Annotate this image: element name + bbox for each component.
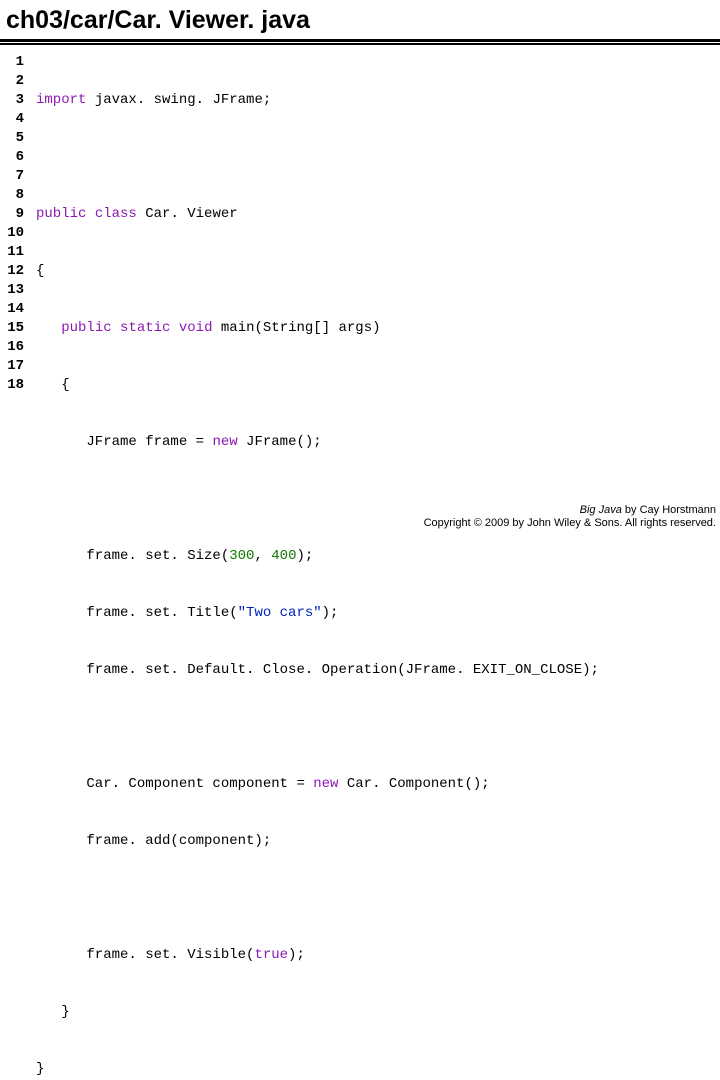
code-text: Car. Component component = (36, 776, 313, 792)
code-text: JFrame(); (238, 434, 322, 450)
author-text: by Cay Horstmann (622, 504, 716, 516)
code-text: frame. set. Visible( (36, 947, 254, 963)
code-block: 1 2 3 4 5 6 7 8 9 10 11 12 13 14 15 16 1… (0, 51, 720, 1080)
line-number: 13 (0, 281, 24, 300)
code-text (36, 320, 61, 336)
code-text: , (254, 548, 271, 564)
line-number: 7 (0, 167, 24, 186)
code-text: ); (296, 548, 313, 564)
line-number: 17 (0, 357, 24, 376)
keyword: import (36, 92, 86, 108)
code-line (36, 148, 599, 167)
page-title: ch03/car/Car. Viewer. java (0, 0, 720, 39)
footer-line-2: Copyright © 2009 by John Wiley & Sons. A… (424, 517, 716, 530)
code-text: ); (288, 947, 305, 963)
code-line: { (36, 376, 599, 395)
string-literal: "Two cars" (238, 605, 322, 621)
code-line: frame. set. Default. Close. Operation(JF… (36, 661, 599, 680)
footer-line-1: Big Java by Cay Horstmann (424, 504, 716, 517)
code-line: JFrame frame = new JFrame(); (36, 433, 599, 452)
line-number: 16 (0, 338, 24, 357)
code-text: frame. set. Size( (36, 548, 229, 564)
line-number-gutter: 1 2 3 4 5 6 7 8 9 10 11 12 13 14 15 16 1… (0, 51, 30, 1080)
code-line: frame. set. Size(300, 400); (36, 547, 599, 566)
keyword: static (120, 320, 170, 336)
line-number: 15 (0, 319, 24, 338)
code-line: } (36, 1060, 599, 1079)
code-text: ); (322, 605, 339, 621)
code-line: frame. add(component); (36, 832, 599, 851)
keyword: public (61, 320, 111, 336)
code-line: { (36, 262, 599, 281)
keyword: new (313, 776, 338, 792)
code-line: frame. set. Visible(true); (36, 946, 599, 965)
keyword: new (212, 434, 237, 450)
line-number: 18 (0, 376, 24, 395)
keyword: class (95, 206, 137, 222)
keyword: true (254, 947, 288, 963)
code-line: } (36, 1003, 599, 1022)
line-number: 9 (0, 205, 24, 224)
keyword: public (36, 206, 86, 222)
line-number: 14 (0, 300, 24, 319)
code-line: public class Car. Viewer (36, 205, 599, 224)
number-literal: 400 (271, 548, 296, 564)
line-number: 6 (0, 148, 24, 167)
code-line: frame. set. Title("Two cars"); (36, 604, 599, 623)
code-text: Car. Viewer (137, 206, 238, 222)
code-text: Car. Component(); (338, 776, 489, 792)
code-line: import javax. swing. JFrame; (36, 91, 599, 110)
code-content: import javax. swing. JFrame; public clas… (30, 51, 599, 1080)
code-line: Car. Component component = new Car. Comp… (36, 775, 599, 794)
line-number: 12 (0, 262, 24, 281)
line-number: 2 (0, 72, 24, 91)
line-number: 3 (0, 91, 24, 110)
footer-attribution: Big Java by Cay Horstmann Copyright © 20… (424, 504, 716, 530)
code-line (36, 889, 599, 908)
number-literal: 300 (229, 548, 254, 564)
title-rule-thick (0, 39, 720, 42)
code-text: javax. swing. JFrame; (86, 92, 271, 108)
line-number: 5 (0, 129, 24, 148)
line-number: 11 (0, 243, 24, 262)
title-rule-thin (0, 43, 720, 45)
line-number: 10 (0, 224, 24, 243)
code-line (36, 718, 599, 737)
book-title: Big Java (580, 504, 622, 516)
code-text: frame. set. Title( (36, 605, 238, 621)
line-number: 8 (0, 186, 24, 205)
code-text: main(String[] args) (212, 320, 380, 336)
code-text: JFrame frame = (36, 434, 212, 450)
line-number: 1 (0, 53, 24, 72)
line-number: 4 (0, 110, 24, 129)
code-line: public static void main(String[] args) (36, 319, 599, 338)
keyword: void (179, 320, 213, 336)
